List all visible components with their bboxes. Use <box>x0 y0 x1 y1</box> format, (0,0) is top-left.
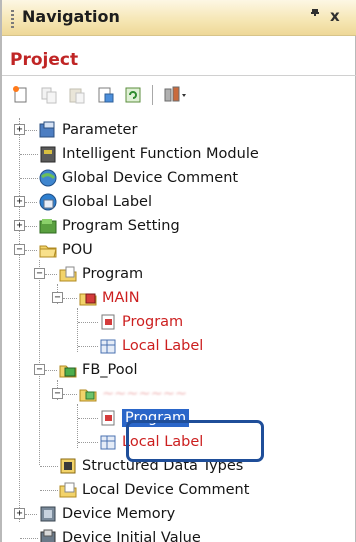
copy-icon[interactable] <box>38 84 60 106</box>
tree-item-parameter[interactable]: Parameter <box>38 118 137 142</box>
tree-item-global-label[interactable]: Global Label <box>38 190 152 214</box>
expand-global-label[interactable]: + <box>14 196 25 207</box>
device-initial-value-icon <box>38 528 58 542</box>
structure-icon <box>58 456 78 476</box>
divider <box>2 75 356 76</box>
program-folder-icon <box>58 264 78 284</box>
tree-item-intelligent-function-module[interactable]: Intelligent Function Module <box>38 142 259 166</box>
collapse-fb-child[interactable]: − <box>52 388 63 399</box>
global-comment-icon <box>38 168 58 188</box>
project-tree: + Parameter Intelligent Function Module … <box>2 118 356 542</box>
title-bar: Navigation x <box>2 0 356 36</box>
toolbar <box>10 82 189 108</box>
project-header: Project <box>10 50 79 70</box>
fb-child-folder-icon <box>78 384 98 404</box>
program-body-icon <box>98 408 118 428</box>
tree-item-local-device-comment[interactable]: Local Device Comment <box>58 478 249 502</box>
main-program-icon <box>78 288 98 308</box>
module-icon <box>38 144 58 164</box>
tree-item-main[interactable]: MAIN <box>78 286 140 310</box>
collapse-fb-pool[interactable]: − <box>34 364 45 375</box>
local-comment-icon <box>58 480 78 500</box>
pin-icon[interactable] <box>308 7 322 27</box>
local-label-icon <box>98 432 118 452</box>
tree-item-main-program[interactable]: Program <box>98 310 183 334</box>
collapse-main[interactable]: − <box>52 292 63 303</box>
tree-item-device-initial-value[interactable]: Device Initial Value <box>38 526 201 542</box>
new-item-icon[interactable] <box>10 84 32 106</box>
program-setting-icon <box>38 216 58 236</box>
obscured-label: ~~~~~~~ <box>102 386 188 402</box>
navigation-panel: Navigation x Project + Parameter Intelli… <box>0 0 356 542</box>
collapse-pou[interactable]: − <box>14 244 25 255</box>
device-memory-icon <box>38 504 58 524</box>
global-label-icon <box>38 192 58 212</box>
fb-pool-icon <box>58 360 78 380</box>
close-icon[interactable]: x <box>330 7 340 25</box>
tree-item-fb-pool[interactable]: FB_Pool <box>58 358 138 382</box>
expand-device-memory[interactable]: + <box>14 508 25 519</box>
paste-icon[interactable] <box>66 84 88 106</box>
tree-item-pou[interactable]: POU <box>38 238 93 262</box>
tree-item-main-local-label[interactable]: Local Label <box>98 334 203 358</box>
tree-item-program-folder[interactable]: Program <box>58 262 143 286</box>
properties-icon[interactable] <box>94 84 116 106</box>
drag-grip-icon[interactable] <box>11 10 14 28</box>
tree-item-global-device-comment[interactable]: Global Device Comment <box>38 166 238 190</box>
program-body-icon <box>98 312 118 332</box>
expand-program-setting[interactable]: + <box>14 220 25 231</box>
tree-item-device-memory[interactable]: Device Memory <box>38 502 175 526</box>
parameter-icon <box>38 120 58 140</box>
toolbar-separator <box>152 85 153 105</box>
expand-parameter[interactable]: + <box>14 124 25 135</box>
refresh-icon[interactable] <box>122 84 144 106</box>
tools-dropdown-icon[interactable] <box>161 84 189 106</box>
panel-title: Navigation <box>22 7 120 26</box>
collapse-program-folder[interactable]: − <box>34 268 45 279</box>
callout-highlight <box>126 420 264 462</box>
tree-item-program-setting[interactable]: Program Setting <box>38 214 180 238</box>
open-folder-icon <box>38 240 58 260</box>
local-label-icon <box>98 336 118 356</box>
tree-item-fb-child[interactable]: ~~~~~~~ <box>78 382 187 406</box>
